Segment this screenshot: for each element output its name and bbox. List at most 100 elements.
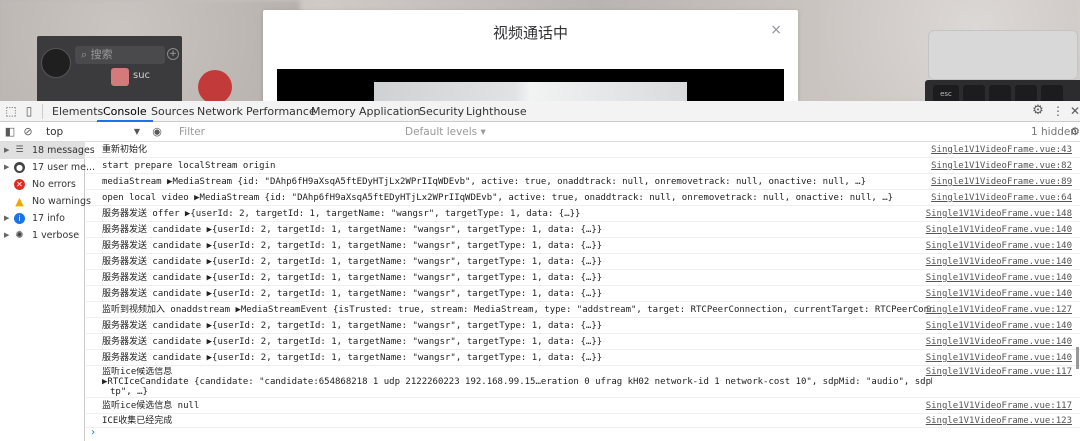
scrollbar[interactable] xyxy=(1076,347,1079,369)
add-icon[interactable]: + xyxy=(167,48,179,60)
log-source-link[interactable]: Single1V1VideoFrame.vue:117 xyxy=(926,367,1072,378)
video-call-dialog: 视频通话中 × xyxy=(263,10,798,101)
sidebar-item-messages[interactable]: ▶ ☰ 18 messages xyxy=(0,142,95,159)
log-entry: open local video ▶MediaStream {id: "DAhp… xyxy=(86,190,1080,206)
keyboard-key xyxy=(963,85,985,101)
context-selector[interactable]: top ▼ xyxy=(44,124,142,140)
log-source-link[interactable]: Single1V1VideoFrame.vue:127 xyxy=(926,302,1072,318)
log-message: start prepare localStream origin xyxy=(102,161,276,171)
log-message[interactable]: 服务器发送 candidate ▶{userId: 2, targetId: 1… xyxy=(102,222,932,238)
sidebar-item-user-messages[interactable]: ▶ ● 17 user me... xyxy=(0,159,95,176)
expand-arrow-icon: ▶ xyxy=(4,163,10,171)
log-message[interactable]: 服务器发送 candidate ▶{userId: 2, targetId: 1… xyxy=(102,238,932,254)
verbose-icon: ✺ xyxy=(15,230,24,241)
log-source-link[interactable]: Single1V1VideoFrame.vue:140 xyxy=(926,254,1072,270)
keyboard-key xyxy=(1015,85,1037,101)
log-entry: 服务器发送 candidate ▶{userId: 2, targetId: 1… xyxy=(86,334,1080,350)
log-message[interactable]: 服务器发送 candidate ▶{userId: 2, targetId: 1… xyxy=(102,254,932,270)
log-source-link[interactable]: Single1V1VideoFrame.vue:123 xyxy=(926,414,1072,428)
log-source-link[interactable]: Single1V1VideoFrame.vue:82 xyxy=(931,158,1072,174)
log-source-link[interactable]: Single1V1VideoFrame.vue:140 xyxy=(926,222,1072,238)
live-expression-eye-icon[interactable]: ◉ xyxy=(150,125,164,139)
sidebar-item-info[interactable]: ▶ i 17 info xyxy=(0,210,85,227)
list-icon: ☰ xyxy=(15,145,24,155)
device-toolbar-icon[interactable]: ▯ xyxy=(22,104,36,118)
log-levels-dropdown[interactable]: Default levels ▾ xyxy=(405,124,486,140)
console-settings-gear-icon[interactable]: ⚙ xyxy=(1068,125,1080,139)
sidebar-item-verbose[interactable]: ▶ ✺ 1 verbose xyxy=(0,227,85,244)
log-entry: start prepare localStream origin Single1… xyxy=(86,158,1080,174)
log-message: 监听ice候选信息 null xyxy=(102,401,200,411)
log-message[interactable]: 服务器发送 candidate ▶{userId: 2, targetId: 1… xyxy=(102,334,932,350)
filter-input[interactable]: Filter xyxy=(176,124,396,140)
settings-gear-icon[interactable]: ⚙ xyxy=(1031,104,1045,118)
console-prompt[interactable]: › xyxy=(90,427,96,438)
log-source-link[interactable]: Single1V1VideoFrame.vue:117 xyxy=(926,398,1072,414)
log-entry: 服务器发送 candidate ▶{userId: 2, targetId: 1… xyxy=(86,254,1080,270)
more-options-icon[interactable]: ⋮ xyxy=(1051,104,1065,118)
search-input[interactable]: ⌕ 搜索 xyxy=(75,46,165,64)
keyboard-key-esc: esc xyxy=(933,85,959,101)
devtools-toolbar: ⬚ ▯ Elements Console Sources Network Per… xyxy=(0,101,1080,122)
log-entry: 服务器发送 candidate ▶{userId: 2, targetId: 1… xyxy=(86,318,1080,334)
sidebar-item-label: No errors xyxy=(32,179,76,190)
devtools-panel: ⬚ ▯ Elements Console Sources Network Per… xyxy=(0,101,1080,441)
close-devtools-icon[interactable]: ✕ xyxy=(1068,104,1080,118)
contact-name[interactable]: suc xyxy=(133,70,150,81)
sidebar-toggle-icon[interactable]: ◧ xyxy=(3,125,17,139)
inspect-element-icon[interactable]: ⬚ xyxy=(4,104,18,118)
log-message[interactable]: 服务器发送 offer ▶{userId: 2, targetId: 1, ta… xyxy=(102,206,932,222)
sidebar-item-label: 1 verbose xyxy=(32,230,80,241)
expand-arrow-icon: ▶ xyxy=(4,231,10,239)
log-message[interactable]: mediaStream ▶MediaStream {id: "DAhp6fH9a… xyxy=(102,174,932,190)
chat-panel: ⌕ 搜索 + suc xyxy=(37,36,182,101)
background-app: ⌕ 搜索 + suc esc 视频通话中 × xyxy=(0,0,1080,101)
log-entry: 服务器发送 candidate ▶{userId: 2, targetId: 1… xyxy=(86,222,1080,238)
console-filter-bar: ◧ ⊘ top ▼ ◉ Filter Default levels ▾ 1 hi… xyxy=(0,122,1080,142)
avatar[interactable] xyxy=(41,48,71,78)
dialog-title: 视频通话中 xyxy=(492,24,568,42)
log-source-link[interactable]: Single1V1VideoFrame.vue:140 xyxy=(926,334,1072,350)
console-sidebar: ▶ ☰ 18 messages ▶ ● 17 user me... ✕ No e… xyxy=(0,142,95,441)
log-entry: 监听ice候选信息 null Single1V1VideoFrame.vue:1… xyxy=(86,398,1080,414)
log-source-link[interactable]: Single1V1VideoFrame.vue:89 xyxy=(931,174,1072,190)
keyboard-key xyxy=(1041,85,1063,101)
log-message[interactable]: 服务器发送 candidate ▶{userId: 2, targetId: 1… xyxy=(102,286,932,302)
video-container xyxy=(277,69,784,101)
log-source-link[interactable]: Single1V1VideoFrame.vue:140 xyxy=(926,350,1072,366)
log-entry-multiline: 监听ice候选信息 ▶RTCIceCandidate {candidate: "… xyxy=(86,366,1080,398)
error-icon: ✕ xyxy=(14,179,25,190)
log-source-link[interactable]: Single1V1VideoFrame.vue:64 xyxy=(931,190,1072,206)
log-source-link[interactable]: Single1V1VideoFrame.vue:140 xyxy=(926,270,1072,286)
tab-lighthouse[interactable]: Lighthouse xyxy=(460,101,533,122)
log-entry: 服务器发送 candidate ▶{userId: 2, targetId: 1… xyxy=(86,286,1080,302)
expand-arrow-icon: ▶ xyxy=(4,146,10,154)
search-placeholder: 搜索 xyxy=(90,48,113,61)
sidebar-item-warnings[interactable]: ▲ No warnings xyxy=(0,193,91,210)
log-source-link[interactable]: Single1V1VideoFrame.vue:43 xyxy=(931,142,1072,158)
close-icon[interactable]: × xyxy=(770,22,782,38)
sidebar-item-label: No warnings xyxy=(32,196,91,207)
sidebar-item-label: 17 info xyxy=(32,213,65,224)
log-source-link[interactable]: Single1V1VideoFrame.vue:140 xyxy=(926,318,1072,334)
log-entry: 服务器发送 candidate ▶{userId: 2, targetId: 1… xyxy=(86,350,1080,366)
contact-avatar[interactable] xyxy=(111,68,129,86)
log-message[interactable]: 服务器发送 candidate ▶{userId: 2, targetId: 1… xyxy=(102,270,932,286)
console-log-area: 重新初始化 Single1V1VideoFrame.vue:43 start p… xyxy=(86,142,1080,441)
log-source-link[interactable]: Single1V1VideoFrame.vue:148 xyxy=(926,206,1072,222)
log-source-link[interactable]: Single1V1VideoFrame.vue:140 xyxy=(926,286,1072,302)
log-entry: 重新初始化 Single1V1VideoFrame.vue:43 xyxy=(86,142,1080,158)
clear-console-icon[interactable]: ⊘ xyxy=(21,125,35,139)
dropdown-arrow-icon: ▼ xyxy=(133,127,140,136)
log-message[interactable]: open local video ▶MediaStream {id: "DAhp… xyxy=(102,190,932,206)
red-object xyxy=(198,70,232,101)
sidebar-item-errors[interactable]: ✕ No errors xyxy=(0,176,85,193)
log-object-preview-continued: tp", …} xyxy=(110,387,148,397)
log-message[interactable]: 服务器发送 candidate ▶{userId: 2, targetId: 1… xyxy=(102,318,932,334)
context-value: top xyxy=(46,126,64,138)
log-entry: 监听到视频加入 onaddstream ▶MediaStreamEvent {i… xyxy=(86,302,1080,318)
log-message[interactable]: 监听到视频加入 onaddstream ▶MediaStreamEvent {i… xyxy=(102,302,932,318)
info-icon: i xyxy=(14,213,25,224)
log-source-link[interactable]: Single1V1VideoFrame.vue:140 xyxy=(926,238,1072,254)
log-message[interactable]: 服务器发送 candidate ▶{userId: 2, targetId: 1… xyxy=(102,350,932,366)
